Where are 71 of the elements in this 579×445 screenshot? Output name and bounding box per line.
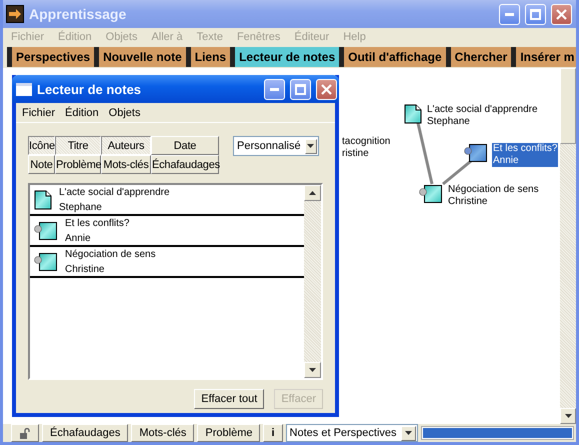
note-author: Stephane <box>59 202 103 212</box>
column-toggle[interactable]: Icône <box>28 136 55 155</box>
column-toggle[interactable]: Auteurs <box>101 136 151 155</box>
document-icon <box>34 190 52 210</box>
toolbar-tab[interactable]: Insérer m <box>511 47 576 67</box>
window-title: Lecteur de notes <box>37 82 142 96</box>
perspective-select[interactable]: Notes et Perspectives <box>286 424 418 442</box>
column-toggle[interactable]: Problème <box>55 155 101 174</box>
menu-item[interactable]: Objets <box>108 106 140 118</box>
scroll-thumb[interactable] <box>560 68 576 144</box>
dropdown-icon <box>404 431 412 435</box>
view-select[interactable]: Personnalisé <box>233 136 319 156</box>
minimize-button[interactable] <box>264 78 285 100</box>
toolbar-tab[interactable]: Outil d'affichage <box>339 47 446 67</box>
column-toggle[interactable]: Échafaudages <box>151 155 219 174</box>
dropdown-icon <box>307 144 314 148</box>
node-label[interactable]: tacognition ristine <box>341 136 392 160</box>
close-button[interactable] <box>316 78 337 100</box>
node-label[interactable]: L'acte social d'apprendre Stephane <box>426 104 539 128</box>
window-icon <box>16 82 32 96</box>
status-tab[interactable]: Échafaudages <box>42 424 128 442</box>
status-tab[interactable]: Problème <box>197 424 260 442</box>
maximize-icon <box>530 8 541 20</box>
node-label[interactable]: Négociation de sens Christine <box>447 184 540 208</box>
maximize-button[interactable] <box>525 4 546 24</box>
note-row[interactable]: Négociation de sens Christine <box>30 247 304 278</box>
scrollbar[interactable] <box>304 185 321 378</box>
note-author: Christine <box>65 264 106 274</box>
scrollbar[interactable] <box>560 68 576 424</box>
lock-icon <box>19 428 31 438</box>
menu-item[interactable]: Édition <box>65 106 99 118</box>
toolbar-tab[interactable]: Liens <box>186 47 230 67</box>
note-row[interactable]: Et les conflits? Annie <box>30 216 304 247</box>
scroll-up-icon <box>309 191 316 195</box>
app-icon <box>6 5 24 23</box>
maximize-button[interactable] <box>290 78 311 100</box>
scroll-down-icon <box>309 368 316 372</box>
toolbar-tab[interactable]: Nouvelle note <box>94 47 186 67</box>
column-toggle[interactable]: Mots-clés <box>101 155 151 174</box>
note-row[interactable]: L'acte social d'apprendre Stephane <box>30 185 304 216</box>
maximize-icon <box>295 84 306 94</box>
close-button[interactable] <box>551 4 572 24</box>
note-title: Et les conflits? <box>65 218 130 228</box>
note-title: L'acte social d'apprendre <box>59 186 170 198</box>
linked-note-icon <box>419 184 443 204</box>
minimize-icon <box>505 12 514 16</box>
lock-button[interactable] <box>11 424 39 442</box>
node-label[interactable]: Et les conflits? Annie <box>492 143 558 167</box>
column-toggle[interactable]: Date <box>151 136 219 155</box>
linked-note-icon <box>34 252 58 272</box>
close-icon <box>321 84 332 94</box>
toolbar-tab[interactable]: Lecteur de notes <box>230 47 340 67</box>
minimize-button[interactable] <box>499 4 520 24</box>
close-icon <box>556 8 567 20</box>
window-title: Apprentissage <box>29 6 128 22</box>
column-toggle[interactable]: Titre <box>55 136 101 155</box>
link-line <box>442 160 472 186</box>
linked-note-icon <box>34 220 58 240</box>
toolbar-tab[interactable]: Chercher <box>446 47 512 67</box>
minimize-icon <box>270 88 279 90</box>
note-author: Annie <box>65 232 92 244</box>
status-tab[interactable]: Mots-clés <box>131 424 194 442</box>
column-toggle[interactable]: Note <box>28 155 55 174</box>
info-button[interactable]: i <box>263 424 283 442</box>
scroll-down-icon <box>564 414 572 418</box>
note-title: Négociation de sens <box>65 248 156 260</box>
linked-note-icon <box>464 143 488 163</box>
menu-item[interactable]: Fichier <box>22 106 56 118</box>
document-icon <box>404 104 422 124</box>
toolbar-tab[interactable]: Perspectives <box>7 47 94 67</box>
clear-button[interactable]: Effacer tout <box>194 389 264 409</box>
